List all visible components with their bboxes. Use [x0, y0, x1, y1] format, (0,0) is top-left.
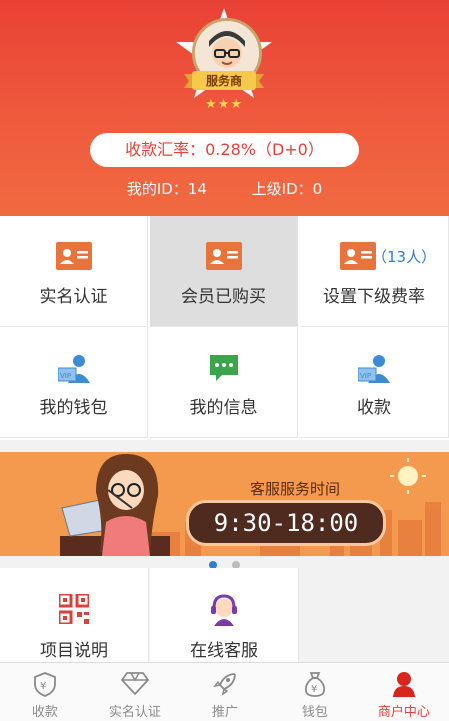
- tab-label: 钱包: [301, 705, 328, 720]
- grid-item-real-name-auth[interactable]: 实名认证: [0, 216, 148, 327]
- grid-item-label: 我的信息: [189, 398, 258, 418]
- tab-promote[interactable]: 推广: [180, 663, 270, 721]
- qr-code-icon: [59, 594, 89, 624]
- chat-bubble-icon: [209, 355, 238, 381]
- money-bag-icon: ¥: [304, 672, 325, 697]
- tab-label: 收款: [31, 705, 58, 720]
- id-card-icon: [55, 242, 92, 270]
- shield-icon: ¥: [33, 672, 56, 697]
- user-card-icon: VIP: [57, 355, 90, 383]
- rating-stars: ★★★: [205, 97, 243, 112]
- svg-text:¥: ¥: [40, 681, 46, 692]
- bottom-tab-bar: ¥ 收款 实名认证 推广 ¥ 钱包 商户中心: [0, 662, 449, 721]
- rocket-icon: [213, 673, 236, 696]
- parent-id: 上级ID：0: [251, 180, 323, 198]
- grid-item-my-info[interactable]: 我的信息: [150, 327, 298, 438]
- person-icon: [392, 672, 415, 697]
- service-hours-time: 9:30-18:00: [186, 500, 386, 546]
- user-card-icon: VIP: [358, 355, 390, 383]
- service-hours-title: 客服服务时间: [249, 480, 340, 498]
- grid-item-label: 我的钱包: [39, 398, 108, 418]
- diamond-icon: [120, 672, 149, 695]
- grid-item-online-service[interactable]: 在线客服: [150, 568, 299, 662]
- grid-item-label: 实名认证: [39, 287, 108, 307]
- tab-label: 商户中心: [377, 705, 430, 720]
- grid-item-member-purchased[interactable]: 会员已购买: [150, 216, 298, 327]
- id-card-icon: [205, 242, 242, 270]
- grid-item-collect[interactable]: VIP 收款: [300, 327, 449, 438]
- tab-label: 推广: [211, 705, 238, 720]
- grid-item-label: 项目说明: [40, 641, 108, 661]
- tab-wallet[interactable]: ¥ 钱包: [270, 663, 360, 721]
- grid-item-label: 设置下级费率: [323, 287, 425, 307]
- svg-text:VIP: VIP: [360, 372, 371, 380]
- headset-agent-icon: [211, 594, 237, 626]
- tab-label: 实名认证: [108, 705, 161, 720]
- svg-text:VIP: VIP: [60, 372, 71, 380]
- svg-text:¥: ¥: [311, 684, 317, 695]
- service-grid: 项目说明 在线客服: [0, 568, 449, 662]
- my-id: 我的ID：14: [126, 180, 207, 198]
- function-grid: 实名认证 会员已购买 （13人） 设置下级费率 VIP 我的钱包 我的信息 VI…: [0, 216, 449, 440]
- id-row: 我的ID：14 上级ID：0: [0, 178, 449, 199]
- collection-rate-pill: 收款汇率：0.28%（D+0）: [90, 133, 359, 167]
- grid-item-label: 会员已购买: [181, 287, 266, 307]
- tab-collect[interactable]: ¥ 收款: [0, 663, 90, 721]
- service-provider-badge: 服务商: [205, 74, 242, 88]
- grid-item-label: 在线客服: [190, 641, 258, 661]
- profile-header: 服务商 ★★★ 收款汇率：0.28%（D+0） 我的ID：14 上级ID：0: [0, 0, 449, 216]
- sub-count-badge: （13人）: [372, 248, 437, 266]
- tab-merchant-center[interactable]: 商户中心: [359, 663, 449, 721]
- id-card-icon: [340, 242, 376, 270]
- tab-real-name-auth[interactable]: 实名认证: [90, 663, 180, 721]
- grid-item-my-wallet[interactable]: VIP 我的钱包: [0, 327, 148, 438]
- grid-item-project-info[interactable]: 项目说明: [0, 568, 149, 662]
- grid-item-set-sub-rate[interactable]: （13人） 设置下级费率: [300, 216, 449, 327]
- grid-item-label: 收款: [357, 398, 391, 418]
